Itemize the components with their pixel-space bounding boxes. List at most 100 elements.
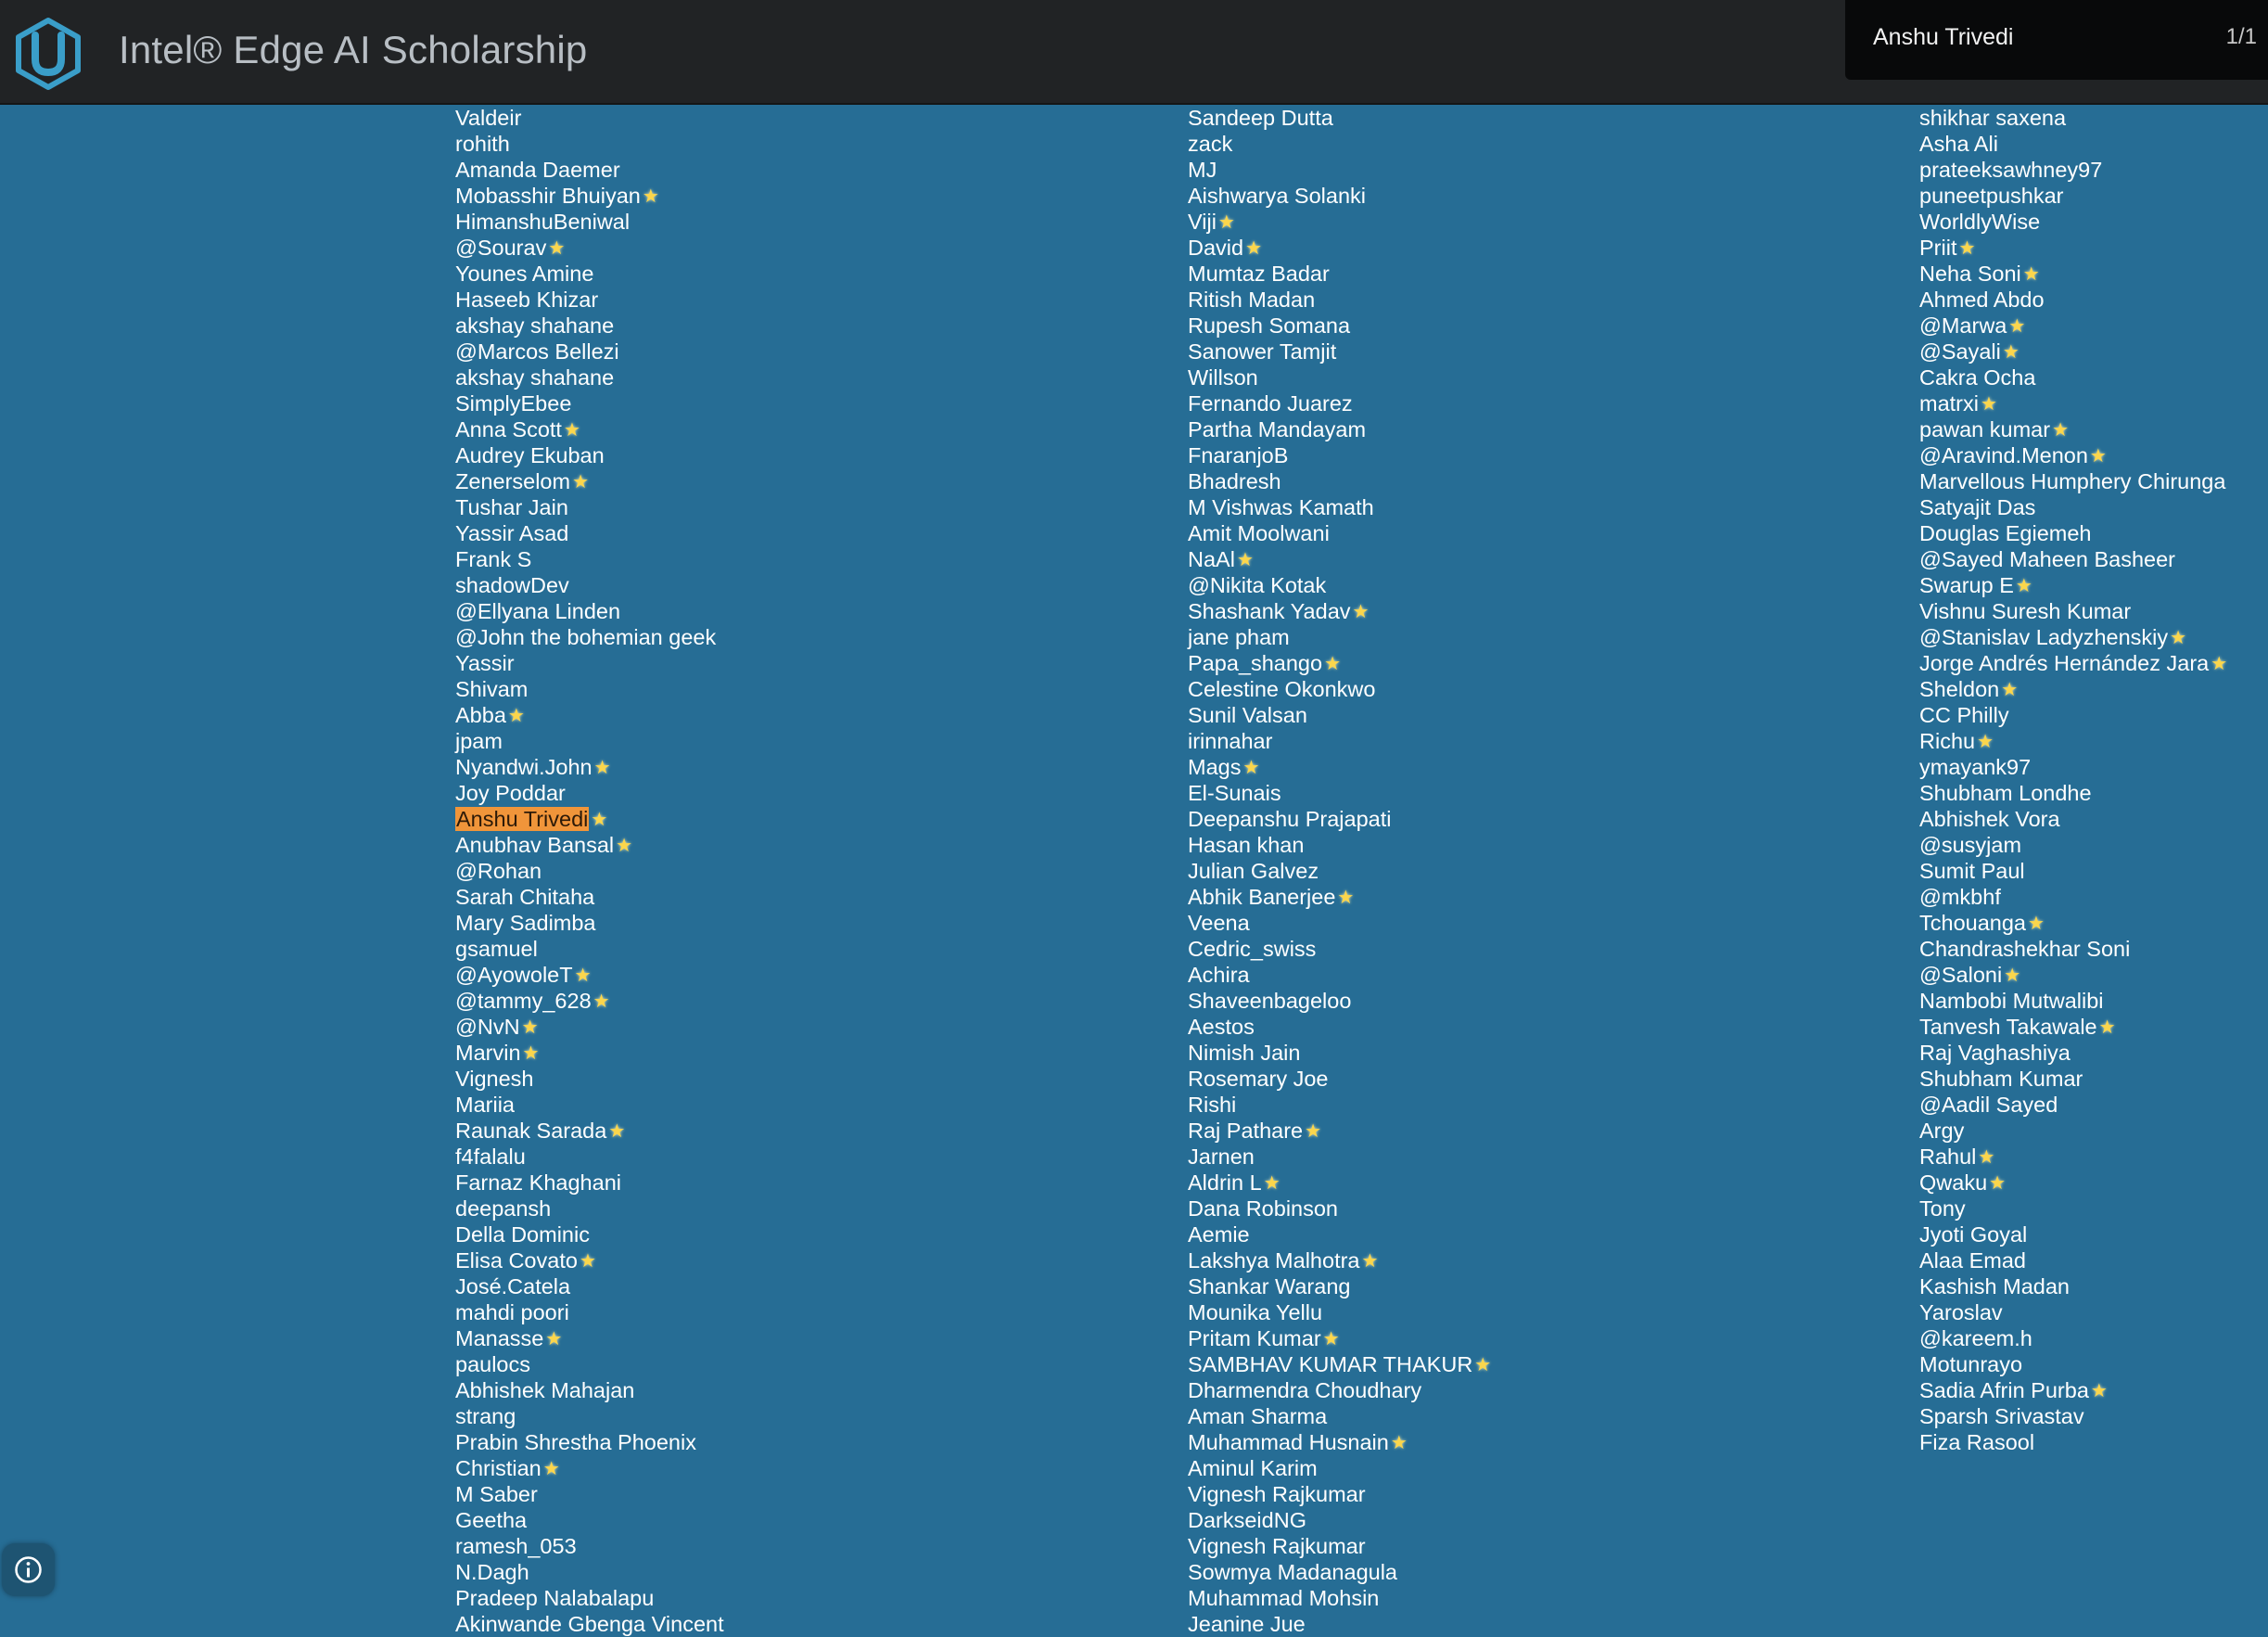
- scholar-name: @mkbhf: [1919, 885, 2001, 909]
- star-icon: ★: [545, 1329, 563, 1349]
- scholar-name-row: Aishwarya Solanki: [1188, 183, 1491, 209]
- scholar-name-row: Papa_shango ★: [1188, 650, 1491, 676]
- scholar-name-row: Shashank Yadav ★: [1188, 598, 1491, 624]
- star-icon: ★: [2008, 316, 2026, 337]
- star-icon: ★: [2170, 628, 2187, 648]
- scholar-name: Sadia Afrin Purba: [1919, 1378, 2089, 1402]
- scholar-name-row: Marvellous Humphery Chirunga: [1919, 468, 2227, 494]
- scholar-name-row: Abhishek Vora: [1919, 806, 2227, 832]
- scholar-name-row: Christian ★: [455, 1455, 724, 1481]
- star-icon: ★: [616, 836, 633, 856]
- scholar-name: Frank S: [455, 547, 532, 571]
- scholar-name: Shashank Yadav: [1188, 599, 1351, 623]
- scholar-name-row: Jyoti Goyal: [1919, 1221, 2227, 1247]
- scholar-name: Zenerselom: [455, 469, 571, 493]
- star-icon: ★: [1474, 1355, 1492, 1375]
- scholar-name-row: NaAl ★: [1188, 546, 1491, 572]
- scholar-name-row: Yassir Asad: [455, 520, 724, 546]
- star-icon: ★: [507, 706, 525, 726]
- scholar-name-row: shikhar saxena: [1919, 105, 2227, 131]
- scholar-name-row: Shubham Londhe: [1919, 780, 2227, 806]
- scholar-name: SimplyEbee: [455, 391, 572, 416]
- star-icon: ★: [2002, 342, 2020, 363]
- scholar-name: Nambobi Mutwalibi: [1919, 989, 2104, 1013]
- scholar-name-row: Nimish Jain: [1188, 1040, 1491, 1066]
- scholar-name-row: Motunrayo: [1919, 1351, 2227, 1377]
- scholar-name: Yassir: [455, 651, 515, 675]
- scholar-name-row: Akinwande Gbenga Vincent: [455, 1611, 724, 1637]
- scholar-name: Marvellous Humphery Chirunga: [1919, 469, 2226, 493]
- scholar-name: Asha Ali: [1919, 132, 1998, 156]
- scholar-name-row: WorldlyWise: [1919, 209, 2227, 235]
- star-icon: ★: [1978, 1147, 1995, 1168]
- scholar-name-row: Marvin ★: [455, 1040, 724, 1066]
- scholar-name: Motunrayo: [1919, 1352, 2023, 1376]
- scholar-name: Sunil Valsan: [1188, 703, 1307, 727]
- scholar-name-row: Julian Galvez: [1188, 858, 1491, 884]
- scholar-name: Julian Galvez: [1188, 859, 1319, 883]
- scholar-name: f4falalu: [455, 1145, 526, 1169]
- star-icon: ★: [1324, 654, 1341, 674]
- udacity-logo-icon[interactable]: [13, 17, 83, 91]
- scholar-name: Partha Mandayam: [1188, 417, 1367, 441]
- star-icon: ★: [548, 238, 566, 259]
- scholar-name: Akinwande Gbenga Vincent: [455, 1612, 724, 1636]
- scholar-name-row: Tony: [1919, 1196, 2227, 1221]
- scholar-name: @John the bohemian geek: [455, 625, 717, 649]
- scholar-name: Abhishek Mahajan: [455, 1378, 635, 1402]
- scholar-name-row: Neha Soni ★: [1919, 261, 2227, 287]
- scholar-name: Rupesh Somana: [1188, 313, 1351, 338]
- scholar-name-row: Anubhav Bansal ★: [455, 832, 724, 858]
- star-icon: ★: [2211, 654, 2228, 674]
- scholar-name: paulocs: [455, 1352, 530, 1376]
- scholar-name-row: Pradeep Nalabalapu: [455, 1585, 724, 1611]
- scholar-name: Jarnen: [1188, 1145, 1255, 1169]
- scholar-name: akshay shahane: [455, 313, 615, 338]
- names-column-1: Valdeir rohith Amanda Daemer Mobasshir Bhui…: [455, 105, 724, 1637]
- scholar-name: Christian: [455, 1456, 542, 1480]
- star-icon: ★: [1980, 394, 1997, 415]
- scholar-name-row: Sarah Chitaha: [455, 884, 724, 910]
- scholar-name-row: ramesh_053: [455, 1533, 724, 1559]
- scholar-name-row: Rupesh Somana: [1188, 313, 1491, 339]
- scholar-name-row: f4falalu: [455, 1144, 724, 1170]
- scholar-name: mahdi poori: [455, 1300, 569, 1324]
- scholar-name-row: Joy Poddar: [455, 780, 724, 806]
- scholar-name: Viji: [1188, 210, 1217, 234]
- scholar-name-row: Achira: [1188, 962, 1491, 988]
- scholar-name: @Aadil Sayed: [1919, 1093, 2058, 1117]
- scholar-name: Jyoti Goyal: [1919, 1222, 2028, 1247]
- scholar-name: Swarup E: [1919, 573, 2014, 597]
- scholar-name-row: Younes Amine: [455, 261, 724, 287]
- scholar-name: Ritish Madan: [1188, 288, 1316, 312]
- star-icon: ★: [1236, 550, 1254, 570]
- scholar-name: Shubham Kumar: [1919, 1067, 2083, 1091]
- scholar-name: Satyajit Das: [1919, 495, 2036, 519]
- scholar-name: Joy Poddar: [455, 781, 566, 805]
- scholar-name-row: Priit ★: [1919, 235, 2227, 261]
- scholar-name: ramesh_053: [455, 1534, 577, 1558]
- scholar-name-row: Aldrin L ★: [1188, 1170, 1491, 1196]
- find-input[interactable]: [1873, 19, 2151, 56]
- scholar-name: Hasan khan: [1188, 833, 1305, 857]
- scholar-name: Achira: [1188, 963, 1250, 987]
- scholar-name-row: Amit Moolwani: [1188, 520, 1491, 546]
- find-in-page-bar: 1/1: [1845, 0, 2268, 80]
- info-button[interactable]: [2, 1543, 55, 1596]
- scholar-name: Muhammad Husnain: [1188, 1430, 1389, 1454]
- scholar-name: akshay shahane: [455, 365, 615, 390]
- scholar-name-row: N.Dagh: [455, 1559, 724, 1585]
- scholar-name-row: Jeanine Jue: [1188, 1611, 1491, 1637]
- scholar-name-row: @Marcos Bellezi: [455, 339, 724, 364]
- scholar-name: Tanvesh Takawale: [1919, 1015, 2097, 1039]
- scholar-name: Mags: [1188, 755, 1242, 779]
- scholar-name-row: Sheldon ★: [1919, 676, 2227, 702]
- scholar-name: @AyowoleT: [455, 963, 573, 987]
- scholar-name: Amanda Daemer: [455, 158, 620, 182]
- scholar-name-row: Sowmya Madanagula: [1188, 1559, 1491, 1585]
- scholar-name-row: @Rohan: [455, 858, 724, 884]
- scholar-name: Elisa Covato: [455, 1248, 578, 1273]
- scholar-name: Mobasshir Bhuiyan: [455, 184, 641, 208]
- star-icon: ★: [1217, 212, 1235, 233]
- scholar-name-row: rohith: [455, 131, 724, 157]
